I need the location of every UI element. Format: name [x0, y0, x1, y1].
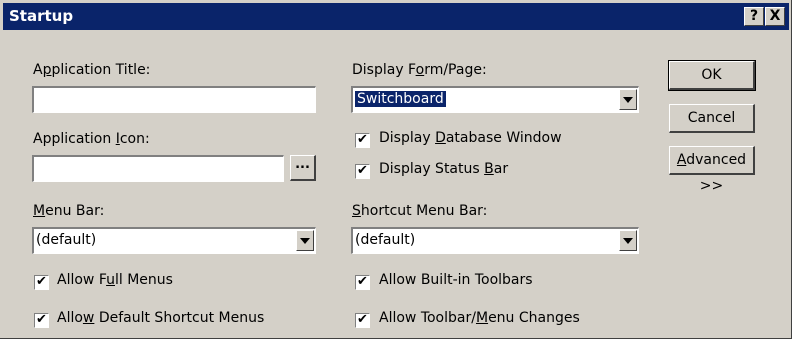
ok-button[interactable]: OK [668, 60, 756, 91]
menu-bar-select[interactable]: (default) [32, 227, 316, 254]
chevron-down-icon[interactable] [296, 230, 314, 251]
display-status-bar-checkbox[interactable]: ✔ [355, 164, 370, 179]
display-form-label: Display Form/Page: [352, 62, 487, 78]
display-form-select[interactable]: Switchboard [351, 86, 639, 113]
allow-toolbar-changes-checkbox[interactable]: ✔ [355, 313, 370, 328]
browse-icon-button[interactable]: ... [290, 155, 316, 181]
allow-toolbar-changes-label: Allow Toolbar/Menu Changes [379, 310, 580, 326]
startup-dialog: Startup ? X Application Title: Applicati… [0, 0, 792, 339]
dialog-title: Startup [9, 7, 74, 25]
application-title-input[interactable] [32, 86, 316, 113]
shortcut-menu-bar-label: Shortcut Menu Bar: [352, 203, 488, 219]
title-bar: Startup ? X [3, 3, 789, 30]
advanced-button[interactable]: Advanced >> [669, 146, 755, 194]
menu-bar-label: Menu Bar: [33, 203, 105, 219]
application-icon-label: Application Icon: [33, 131, 150, 147]
display-database-window-label: Display Database Window [379, 130, 562, 146]
chevron-down-icon[interactable] [619, 89, 637, 110]
application-icon-input[interactable] [32, 155, 284, 182]
close-button[interactable]: X [765, 7, 785, 26]
cancel-button[interactable]: Cancel [669, 104, 755, 133]
chevron-down-icon[interactable] [619, 230, 637, 251]
allow-full-menus-checkbox[interactable]: ✔ [34, 275, 49, 290]
allow-builtin-toolbars-label: Allow Built-in Toolbars [379, 272, 533, 288]
allow-full-menus-label: Allow Full Menus [57, 272, 173, 288]
allow-default-shortcut-label: Allow Default Shortcut Menus [57, 310, 265, 326]
display-status-bar-label: Display Status Bar [379, 161, 509, 177]
help-button[interactable]: ? [744, 7, 764, 26]
display-database-window-checkbox[interactable]: ✔ [355, 133, 370, 148]
application-title-label: Application Title: [33, 62, 151, 78]
allow-builtin-toolbars-checkbox[interactable]: ✔ [355, 275, 370, 290]
allow-default-shortcut-checkbox[interactable]: ✔ [34, 313, 49, 328]
shortcut-menu-bar-select[interactable]: (default) [351, 227, 639, 254]
